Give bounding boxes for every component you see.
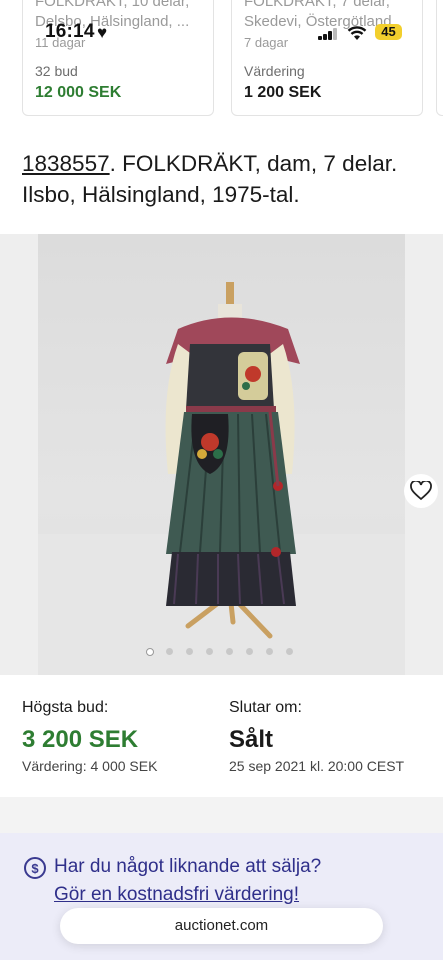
- related-lot-price: 12 000 SEK: [35, 84, 122, 101]
- sell-question: Har du något liknande att sälja?: [54, 856, 322, 877]
- wifi-icon: [347, 26, 367, 40]
- related-lot-price: 1 200 SEK: [244, 84, 322, 101]
- lot-number-link[interactable]: 1838557: [22, 151, 110, 176]
- lot-title: 1838557. FOLKDRÄKT, dam, 7 delar. Ilsbo,…: [22, 148, 422, 210]
- sold-status: Sålt: [229, 726, 274, 753]
- gallery-page-dot[interactable]: [186, 648, 193, 655]
- gallery-page-dot[interactable]: [246, 648, 253, 655]
- related-lot-time-left: 7 dagar: [244, 35, 289, 50]
- status-time: 16:14: [45, 21, 95, 42]
- gallery-page-dot[interactable]: [266, 648, 273, 655]
- image-gallery[interactable]: [0, 234, 443, 675]
- related-lot-title-line1: FOLKDRÄKT, 7 delar,: [244, 0, 390, 10]
- browser-address-bar[interactable]: auctionet.com: [60, 908, 383, 944]
- lot-photo[interactable]: [38, 234, 405, 675]
- gallery-page-dot[interactable]: [226, 648, 233, 655]
- ends-in-label: Slutar om:: [229, 699, 302, 716]
- favorite-heart-button[interactable]: [404, 474, 438, 508]
- dollar-circle-icon: $: [24, 857, 46, 879]
- related-lot-title-line1: FOLKDRÄKT, 10 delar,: [35, 0, 190, 10]
- cellular-signal-icon: [318, 28, 338, 40]
- gallery-page-dot[interactable]: [166, 648, 173, 655]
- related-lot-estimate-label: Värdering: [244, 63, 305, 79]
- gallery-page-dot[interactable]: [206, 648, 213, 655]
- highest-bid-label: Högsta bud:: [22, 699, 109, 716]
- battery-indicator: 45: [375, 24, 402, 40]
- gallery-page-dot[interactable]: [146, 648, 154, 656]
- related-lot-card[interactable]: FOLKDRÄKT, 10 delar, Delsbo, Hälsingland…: [22, 0, 214, 116]
- end-date: 25 sep 2021 kl. 20:00 CEST: [229, 758, 405, 774]
- related-lot-card-partial[interactable]: [436, 0, 443, 116]
- highest-bid-value: 3 200 SEK: [22, 726, 139, 753]
- section-divider: [0, 797, 443, 833]
- free-valuation-link[interactable]: Gör en kostnadsfri värdering!: [54, 884, 299, 906]
- heart-status-icon: ♥: [97, 23, 108, 42]
- related-lots-carousel: FOLKDRÄKT, 10 delar, Delsbo, Hälsingland…: [0, 0, 443, 130]
- estimate-value: Värdering: 4 000 SEK: [22, 758, 158, 774]
- related-lot-bid-count: 32 bud: [35, 63, 78, 79]
- gallery-page-dot[interactable]: [286, 648, 293, 655]
- related-lot-card[interactable]: FOLKDRÄKT, 7 delar, Skedevi, Östergötlan…: [231, 0, 423, 116]
- heart-outline-icon: [410, 481, 432, 501]
- folk-costume-illustration: [38, 282, 405, 675]
